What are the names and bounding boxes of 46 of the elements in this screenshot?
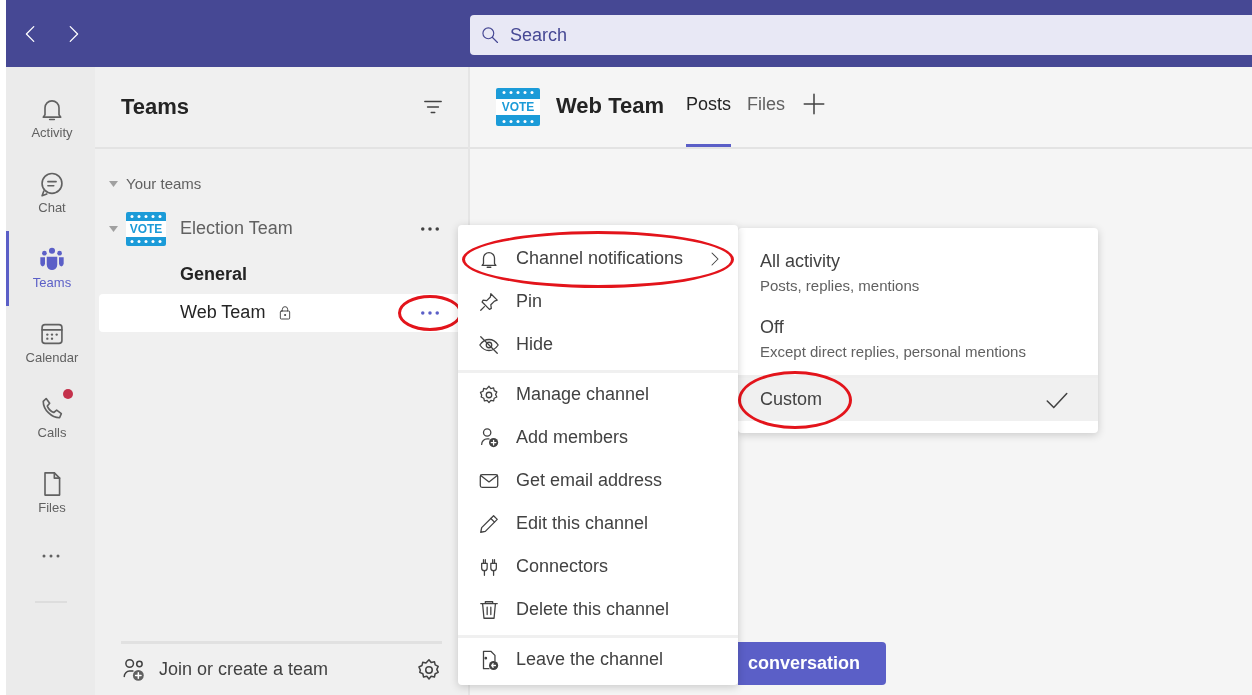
pin-icon [478, 290, 500, 313]
option-label: Custom [760, 388, 823, 411]
search-field[interactable]: Search [470, 15, 1252, 55]
nav-item[interactable]: Chat [6, 156, 95, 231]
pencil-icon [478, 512, 500, 535]
add-person-icon [478, 426, 500, 449]
channel-title: Web Team [556, 92, 664, 119]
channel-tab[interactable]: Files [747, 91, 786, 147]
menu-item[interactable]: Delete this channel [458, 588, 738, 631]
option-description: Posts, replies, mentions [760, 276, 921, 296]
menu-item[interactable]: Channel notifications [458, 237, 738, 280]
new-conversation-button[interactable]: conversation [738, 642, 886, 685]
menu-option[interactable]: All activity Posts, replies, mentions [738, 244, 1098, 310]
menu-item[interactable]: Edit this channel [458, 502, 738, 545]
eye-slash-icon [478, 333, 500, 356]
menu-item[interactable]: Get email address [458, 459, 738, 502]
menu-option[interactable]: Off Except direct replies, personal mentions [738, 309, 1098, 375]
menu-item[interactable]: Add members [458, 416, 738, 459]
section-label: Your teams [126, 174, 202, 194]
search-icon [480, 25, 500, 45]
nav-item[interactable]: Files [6, 456, 95, 531]
nav-item[interactable]: Calendar [6, 306, 95, 381]
team-logo: VOTE [126, 211, 166, 246]
add-people-icon [121, 656, 147, 683]
more-icon [421, 226, 439, 231]
menu-item[interactable]: Connectors [458, 545, 738, 588]
team-logo: VOTE [496, 88, 540, 126]
panel-title: Teams [121, 93, 190, 121]
channel-name: Web Team [180, 301, 266, 324]
join-team-link[interactable]: Join or create a team [159, 656, 404, 683]
channel-name: General [180, 263, 248, 286]
menu-item[interactable]: Manage channel [458, 373, 738, 416]
option-description: Except direct replies, personal mentions [760, 341, 1027, 362]
settings-icon [416, 656, 442, 683]
option-label: All activity [760, 250, 841, 273]
nav-item[interactable]: Calls [6, 381, 95, 456]
team-name: Election Team [180, 217, 294, 240]
settings-icon [478, 383, 500, 406]
trash-icon [478, 598, 500, 621]
option-label: Off [760, 315, 785, 339]
channel-tab[interactable]: Posts [686, 91, 732, 147]
menu-item[interactable]: Leave the channel [458, 638, 738, 681]
nav-item[interactable]: Activity [6, 81, 95, 156]
more-icon [421, 310, 439, 315]
more-icon [40, 554, 61, 558]
menu-option[interactable]: Custom [738, 375, 1098, 421]
